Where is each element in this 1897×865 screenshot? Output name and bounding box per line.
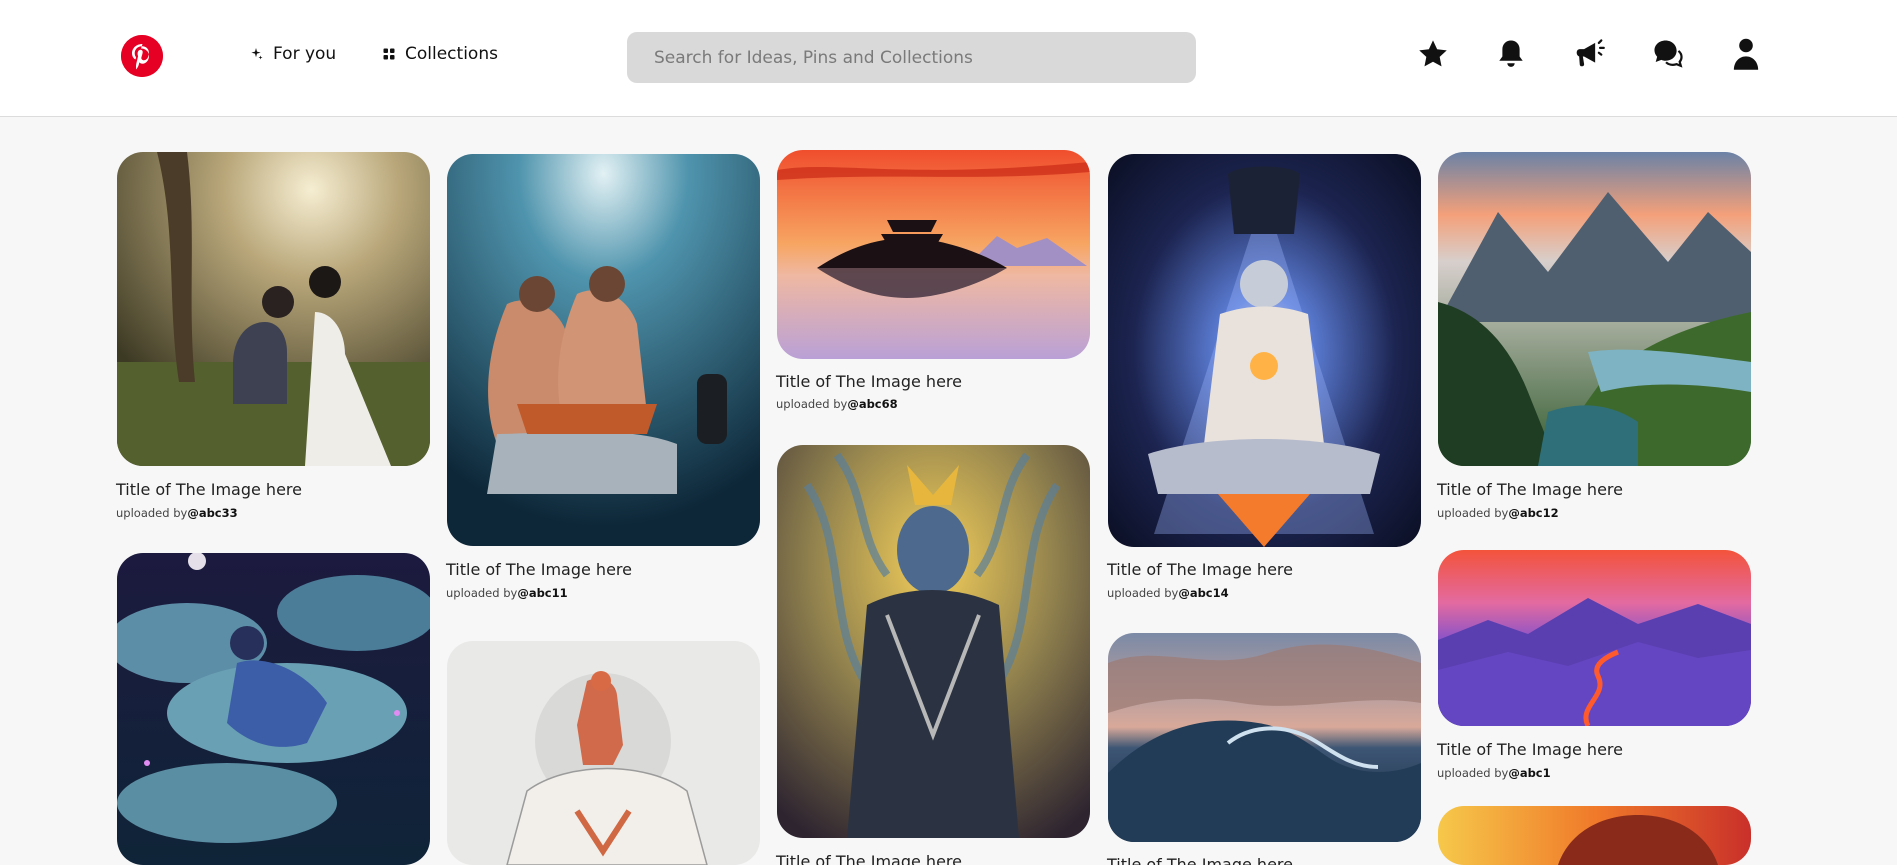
nav-collections-label: Collections [405, 44, 498, 64]
pin-image[interactable] [777, 445, 1090, 838]
pin-username[interactable]: @abc1 [1508, 766, 1550, 780]
pin-image[interactable] [117, 152, 430, 466]
pin-username[interactable]: @abc12 [1508, 506, 1558, 520]
pin-image[interactable] [117, 553, 430, 865]
pin-uploader: uploaded by@abc14 [1107, 586, 1229, 600]
user-icon[interactable] [1729, 36, 1763, 72]
pin-image[interactable] [1108, 633, 1421, 842]
pin-title: Title of The Image here [776, 372, 962, 391]
chat-icon[interactable] [1651, 36, 1685, 72]
pin-image[interactable] [1438, 806, 1751, 865]
pin-username[interactable]: @abc33 [187, 506, 237, 520]
pin-username[interactable]: @abc11 [517, 586, 567, 600]
grid-icon [383, 48, 395, 60]
pin-title: Title of The Image here [1107, 560, 1293, 579]
star-icon[interactable] [1416, 36, 1450, 72]
nav-for-you[interactable]: For you [251, 44, 336, 64]
pin-image[interactable] [447, 154, 760, 546]
search-input[interactable] [627, 32, 1196, 83]
pin-image[interactable] [447, 641, 760, 865]
pin-uploader: uploaded by@abc33 [116, 506, 238, 520]
pin-title: Title of The Image here [446, 560, 632, 579]
megaphone-icon[interactable] [1572, 36, 1606, 72]
pin-uploader: uploaded by@abc68 [776, 397, 898, 411]
pin-uploader: uploaded by@abc12 [1437, 506, 1559, 520]
pinterest-logo-icon[interactable] [121, 35, 163, 77]
pin-title: Title of The Image here [1437, 740, 1623, 759]
pin-uploader: uploaded by@abc11 [446, 586, 568, 600]
bell-icon[interactable] [1494, 36, 1528, 72]
pin-title: Title of The Image here [1437, 480, 1623, 499]
pin-image[interactable] [1438, 550, 1751, 726]
pin-image[interactable] [1108, 154, 1421, 547]
pin-title: Title of The Image here [1107, 855, 1293, 865]
pin-username[interactable]: @abc68 [847, 397, 897, 411]
sparkle-icon [251, 48, 263, 60]
pin-title: Title of The Image here [776, 852, 962, 865]
pin-username[interactable]: @abc14 [1178, 586, 1228, 600]
nav-collections[interactable]: Collections [383, 44, 498, 64]
pin-image[interactable] [1438, 152, 1751, 466]
pin-image[interactable] [777, 150, 1090, 359]
pin-title: Title of The Image here [116, 480, 302, 499]
nav-for-you-label: For you [273, 44, 337, 64]
top-header: For you Collections [0, 0, 1897, 117]
pin-uploader: uploaded by@abc1 [1437, 766, 1551, 780]
